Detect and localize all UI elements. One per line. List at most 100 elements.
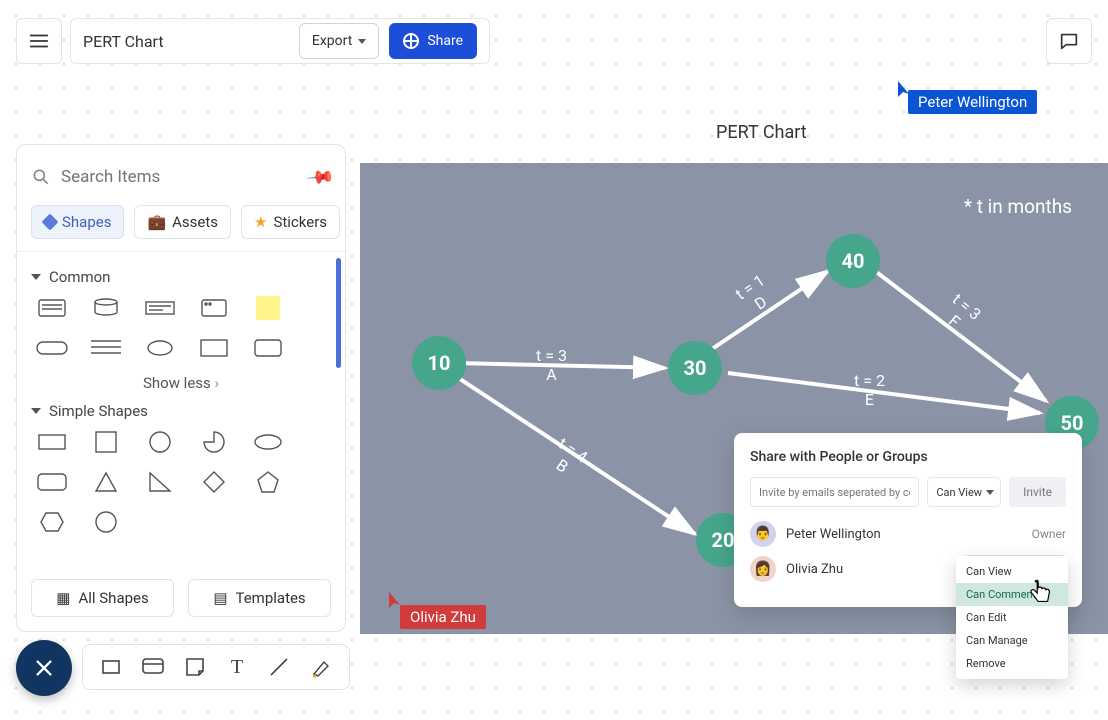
collab-cursor-olivia: Olivia Zhu: [400, 605, 486, 629]
briefcase-icon: 💼: [147, 213, 166, 231]
invite-permission-select[interactable]: Can View: [927, 477, 1001, 507]
avatar: 👩: [750, 556, 776, 582]
close-fab[interactable]: [16, 640, 72, 696]
person-name: Peter Wellington: [786, 527, 1022, 542]
invite-email-input[interactable]: [750, 477, 919, 507]
comments-button[interactable]: [1046, 18, 1092, 64]
perm-option-remove[interactable]: Remove: [956, 652, 1068, 675]
shape-keyboard[interactable]: [35, 296, 69, 320]
tool-rectangle[interactable]: [99, 655, 123, 679]
perm-option-view[interactable]: Can View: [956, 560, 1068, 583]
section-common-label: Common: [49, 268, 110, 286]
tool-text[interactable]: T: [225, 655, 249, 679]
grid-icon: ▦: [56, 589, 70, 607]
permission-menu: Can View Can Comment Can Edit Can Manage…: [956, 556, 1068, 679]
hamburger-icon: [28, 30, 50, 52]
chat-icon: [1058, 30, 1080, 52]
tab-stickers[interactable]: ★ Stickers: [241, 205, 340, 239]
export-label: Export: [312, 33, 352, 49]
share-label: Share: [427, 33, 463, 49]
tab-stickers-label: Stickers: [273, 213, 327, 231]
shape-diamond[interactable]: [197, 470, 231, 494]
templates-label: Templates: [236, 589, 306, 607]
canvas-title: PERT Chart: [716, 122, 807, 143]
tab-assets-label: Assets: [172, 213, 218, 231]
top-bar: PERT Chart Export Share: [16, 18, 1092, 64]
section-header-simple[interactable]: Simple Shapes: [31, 402, 331, 420]
shape-window[interactable]: [197, 296, 231, 320]
tab-shapes[interactable]: Shapes: [31, 205, 124, 239]
share-popover-title: Share with People or Groups: [750, 449, 1066, 465]
shape-ellipse[interactable]: [143, 336, 177, 360]
tool-highlighter[interactable]: [309, 655, 333, 679]
templates-button[interactable]: ▤ Templates: [188, 579, 331, 617]
share-person-row: 👨 Peter Wellington Owner: [750, 521, 1066, 547]
title-bar: PERT Chart Export Share: [70, 18, 490, 64]
shape-heptagon[interactable]: [89, 510, 123, 534]
all-shapes-button[interactable]: ▦ All Shapes: [31, 579, 174, 617]
shape-round-rect[interactable]: [35, 470, 69, 494]
tab-assets[interactable]: 💼 Assets: [134, 205, 231, 239]
shape-lines[interactable]: [89, 336, 123, 360]
all-shapes-label: All Shapes: [78, 589, 148, 607]
document-title[interactable]: PERT Chart: [83, 32, 289, 51]
perm-option-manage[interactable]: Can Manage: [956, 629, 1068, 652]
highlighter-icon: [310, 656, 332, 678]
chevron-right-icon: ›: [215, 374, 220, 392]
shape-oval[interactable]: [251, 430, 285, 454]
pin-icon[interactable]: 📌: [304, 162, 335, 192]
shape-pill[interactable]: [35, 336, 69, 360]
shapes-panel: 📌 Shapes 💼 Assets ★ Stickers Common Show l…: [16, 144, 346, 632]
common-shapes-grid: [31, 294, 331, 366]
globe-icon: [403, 33, 419, 49]
edge-label-a: t = 3 A: [536, 346, 567, 384]
chevron-down-icon: [358, 39, 366, 44]
shape-circle[interactable]: [143, 430, 177, 454]
shape-right-triangle[interactable]: [143, 470, 177, 494]
share-button[interactable]: Share: [389, 23, 477, 59]
caret-down-icon: [31, 408, 41, 414]
shape-triangle[interactable]: [89, 470, 123, 494]
avatar: 👨: [750, 521, 776, 547]
tool-card[interactable]: [141, 655, 165, 679]
simple-shapes-grid: [31, 428, 331, 540]
node-30[interactable]: 30: [668, 341, 722, 395]
perm-option-edit[interactable]: Can Edit: [956, 606, 1068, 629]
perm-option-comment[interactable]: Can Comment: [956, 583, 1068, 606]
search-icon: [31, 167, 51, 187]
node-10[interactable]: 10: [412, 336, 466, 390]
shape-rect-wide[interactable]: [143, 296, 177, 320]
invite-button[interactable]: Invite: [1009, 477, 1066, 507]
scrollbar-thumb[interactable]: [336, 258, 341, 368]
section-simple-label: Simple Shapes: [49, 402, 148, 420]
shape-rectangle[interactable]: [35, 430, 69, 454]
menu-button[interactable]: [16, 18, 62, 64]
layout-icon: ▤: [213, 589, 227, 607]
shape-hexagon[interactable]: [35, 510, 69, 534]
shape-square[interactable]: [89, 430, 123, 454]
close-icon: [33, 657, 55, 679]
shapes-scroll-area[interactable]: Common Show less › Simple Shapes: [17, 251, 345, 571]
show-less-toggle[interactable]: Show less ›: [31, 374, 331, 392]
node-40[interactable]: 40: [826, 234, 880, 288]
shape-arc[interactable]: [197, 430, 231, 454]
shape-rounded-rect[interactable]: [251, 336, 285, 360]
tool-line[interactable]: [267, 655, 291, 679]
caret-down-icon: [31, 274, 41, 280]
shape-sticky-note[interactable]: [251, 296, 285, 320]
export-button[interactable]: Export: [299, 23, 379, 59]
edge-label-e: t = 2 E: [854, 371, 885, 409]
show-less-label: Show less: [143, 374, 211, 392]
star-icon: ★: [254, 213, 267, 231]
person-name: Olivia Zhu: [786, 562, 954, 577]
tool-sticky[interactable]: [183, 655, 207, 679]
tool-strip: T: [82, 644, 350, 690]
section-header-common[interactable]: Common: [31, 268, 331, 286]
tab-shapes-label: Shapes: [62, 213, 111, 231]
role-owner: Owner: [1032, 527, 1066, 541]
shape-rect-outline[interactable]: [197, 336, 231, 360]
collab-cursor-peter: Peter Wellington: [908, 90, 1037, 114]
search-input[interactable]: [61, 167, 299, 187]
shape-pentagon[interactable]: [251, 470, 285, 494]
shape-cylinder[interactable]: [89, 296, 123, 320]
